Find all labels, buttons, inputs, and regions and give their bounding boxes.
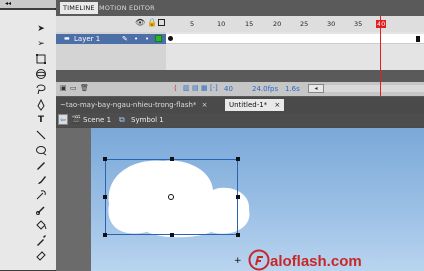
ruler-label: 25 [300, 20, 309, 28]
new-layer-icon[interactable]: ▣ [60, 84, 67, 92]
tab-timeline[interactable]: TIMELINE [60, 2, 98, 14]
frame-row[interactable] [166, 34, 424, 44]
bone-tool-icon[interactable] [34, 203, 48, 216]
paint-bucket-tool-icon[interactable] [34, 218, 48, 231]
brush-tool-icon[interactable] [34, 173, 48, 186]
new-folder-icon[interactable]: ▭ [70, 84, 77, 92]
line-tool-icon[interactable] [34, 128, 48, 141]
pen-tool-icon[interactable] [34, 98, 48, 111]
timeline-header: 👁 🔒 5 10 15 20 25 30 35 40 [56, 16, 424, 32]
scroll-left-button[interactable]: ◂ [308, 84, 324, 93]
transform-handle[interactable] [103, 233, 107, 237]
tools-column: ➤ ➢ T [0, 10, 56, 270]
ruler-label: 20 [273, 20, 282, 28]
playhead[interactable] [380, 16, 381, 96]
ruler-label: 5 [190, 20, 195, 28]
stage-canvas[interactable]: + aloflash.com [91, 128, 424, 271]
deco-tool-icon[interactable] [34, 188, 48, 201]
text-tool-icon[interactable]: T [34, 113, 48, 126]
tab-label: ~tao-may-bay-ngau-nhieu-trong-flash* [60, 101, 197, 109]
center-frame-icon[interactable]: ⟨ [174, 84, 177, 92]
onion-skin-icon[interactable]: ▥ [183, 84, 190, 92]
transform-handle[interactable] [103, 157, 107, 161]
close-icon[interactable]: × [274, 101, 280, 109]
outline-color-swatch[interactable] [155, 35, 162, 42]
timeline-scrollbar[interactable] [324, 85, 424, 92]
transform-handle[interactable] [236, 195, 240, 199]
ruler-label: 10 [217, 20, 226, 28]
tools-panel: ◂◂ ➤ ➢ T [0, 0, 56, 271]
timeline-panel: TIMELINE MOTION EDITOR 👁 🔒 5 10 15 20 25… [56, 0, 424, 97]
transform-center-point[interactable] [168, 194, 174, 200]
back-arrow-icon[interactable]: ⇦ [58, 114, 68, 125]
watermark-text: aloflash.com [270, 253, 362, 270]
frames-grid[interactable] [166, 32, 424, 70]
eraser-tool-icon[interactable] [34, 248, 48, 261]
frame-ruler[interactable]: 5 10 15 20 25 30 35 40 [168, 16, 424, 32]
tab-document-1[interactable]: ~tao-may-bay-ngau-nhieu-trong-flash* × [56, 99, 212, 111]
oval-tool-icon[interactable] [34, 143, 48, 156]
ruler-label: 15 [245, 20, 254, 28]
transform-handle[interactable] [236, 157, 240, 161]
layer-row[interactable]: ▬ Layer 1 ✎ • • [56, 34, 166, 44]
symbol-icon: ⧉ [119, 115, 125, 124]
3d-rotation-tool-icon[interactable] [34, 67, 48, 80]
pencil-tool-icon[interactable] [34, 158, 48, 171]
timeline-status-bar: ▣ ▭ 🗑 ⟨ ▥ ▤ ▦ [·] 40 24.0fps 1.6s ◂ [56, 82, 424, 96]
logo-icon [248, 249, 270, 271]
tab-document-2[interactable]: Untitled-1* × [225, 99, 285, 111]
lock-dot[interactable]: • [145, 35, 149, 43]
edit-multiple-frames-icon[interactable]: ▦ [201, 84, 208, 92]
modify-markers-icon[interactable]: [·] [210, 84, 218, 92]
layer-name[interactable]: Layer 1 [74, 35, 100, 43]
selection-tool-icon[interactable]: ➤ [34, 22, 48, 35]
transform-handle[interactable] [103, 195, 107, 199]
tab-motion-editor[interactable]: MOTION EDITOR [96, 2, 158, 14]
fps-value[interactable]: 24.0fps [252, 85, 278, 93]
collapse-icon[interactable]: ◂◂ [2, 0, 14, 8]
layer-icon: ▬ [64, 35, 70, 42]
current-frame-value: 40 [224, 85, 233, 93]
visibility-dot[interactable]: • [134, 35, 138, 43]
tab-label: Untitled-1* [229, 101, 268, 109]
crosshair-icon: + [234, 256, 242, 266]
close-icon[interactable]: × [202, 101, 208, 109]
transform-handle[interactable] [236, 233, 240, 237]
transform-handle[interactable] [170, 157, 174, 161]
onion-outline-icon[interactable]: ▤ [192, 84, 199, 92]
subselection-tool-icon[interactable]: ➢ [34, 37, 48, 50]
elapsed-time-value: 1.6s [285, 85, 300, 93]
scene-breadcrumb[interactable]: Scene 1 [83, 116, 111, 124]
outline-icon[interactable] [158, 19, 165, 26]
eye-icon[interactable]: 👁 [135, 18, 145, 27]
symbol-breadcrumb[interactable]: Symbol 1 [131, 116, 164, 124]
lock-icon[interactable]: 🔒 [147, 18, 157, 27]
eyedropper-tool-icon[interactable] [34, 233, 48, 246]
ruler-label: 30 [327, 20, 336, 28]
current-frame-label: 40 [376, 20, 387, 28]
free-transform-tool-icon[interactable] [34, 52, 48, 65]
edit-bar: ⇦ 🎬 Scene 1 ⧉ Symbol 1 [56, 113, 424, 127]
scene-icon: 🎬 [71, 115, 81, 124]
end-frame-marker[interactable] [416, 36, 420, 42]
document-tabs: ~tao-may-bay-ngau-nhieu-trong-flash* × U… [56, 99, 424, 111]
tools-panel-header: ◂◂ [0, 0, 56, 8]
timeline-tabs: TIMELINE MOTION EDITOR [56, 2, 424, 14]
ruler-label: 35 [354, 20, 363, 28]
pencil-icon: ✎ [122, 35, 128, 43]
layer-list: ▬ Layer 1 ✎ • • [56, 32, 166, 70]
transform-handle[interactable] [170, 233, 174, 237]
keyframe-dot[interactable] [168, 36, 173, 41]
delete-layer-icon[interactable]: 🗑 [80, 84, 89, 92]
lasso-tool-icon[interactable] [34, 82, 48, 95]
